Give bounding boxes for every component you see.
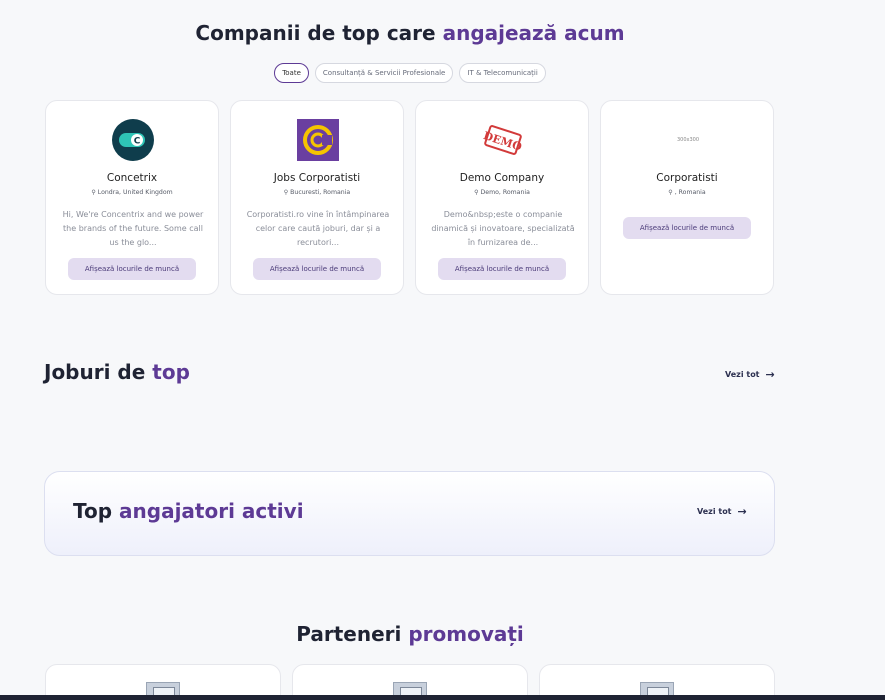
company-name: Corporatisti (656, 172, 718, 184)
companies-title-accent: angajează acum (442, 21, 625, 45)
company-location-text: Londra, United Kingdom (97, 189, 173, 196)
arrow-right-icon: → (737, 505, 747, 518)
partners-title-accent: promovați (408, 622, 524, 646)
see-all-jobs-link[interactable]: Vezi tot → (725, 368, 775, 381)
location-pin-icon: ⚲ (91, 189, 96, 196)
industry-filters: Toate Consultanță & Servicii Profesional… (0, 63, 820, 83)
company-description: Corporatisti.ro vine în întâmpinarea cel… (246, 210, 390, 247)
partners-section-title: Parteneri promovați (0, 622, 820, 646)
company-card[interactable]: DEMO Demo Company ⚲ Demo, Romania Demo&nb… (415, 100, 589, 295)
company-location: ⚲ Bucuresti, Romania (231, 189, 403, 196)
placeholder-logo-text: 300x300 (676, 137, 700, 143)
show-jobs-button[interactable]: Afișează locurile de muncă (68, 258, 196, 280)
concentrix-logo: C (111, 118, 155, 162)
filter-chip-consulting[interactable]: Consultanță & Servicii Profesionale (314, 63, 454, 83)
company-location: ⚲ Londra, United Kingdom (46, 189, 218, 196)
company-name: Jobs Corporatisti (273, 172, 361, 184)
company-description: Hi, We're Concentrix and we power the br… (62, 210, 204, 247)
bottom-bar (0, 695, 885, 700)
location-pin-icon: ⚲ (283, 189, 289, 196)
placeholder-logo: 300x300 (666, 118, 710, 162)
company-location-text: , Romania (674, 189, 706, 196)
company-location-text: Demo, Romania (480, 189, 530, 196)
top-employers-title: Top angajatori activi (73, 499, 304, 523)
svg-text:C: C (134, 137, 141, 147)
top-employers-title-accent: angajatori activi (119, 499, 304, 523)
show-jobs-button[interactable]: Afișează locurile de muncă (623, 217, 751, 239)
filter-chip-it-telecom[interactable]: IT & Telecomunicații (459, 63, 546, 83)
company-name: Demo Company (459, 172, 545, 184)
show-jobs-button[interactable]: Afișează locurile de muncă (438, 258, 566, 280)
corporatisti-logo (296, 118, 340, 162)
see-all-employers-label: Vezi tot (697, 507, 732, 516)
company-card[interactable]: 300x300 Corporatisti ⚲, Romania Afișează… (600, 100, 774, 295)
arrow-right-icon: → (765, 368, 775, 381)
company-location: ⚲ Demo, Romania (416, 189, 588, 196)
location-pin-icon: ⚲ (474, 189, 479, 196)
company-card[interactable]: C Concetrix ⚲ Londra, United Kingdom Hi, … (45, 100, 219, 295)
filter-chip-all[interactable]: Toate (274, 63, 309, 83)
top-employers-title-part1: Top (73, 499, 120, 523)
top-jobs-title-accent: top (152, 360, 190, 384)
company-card[interactable]: Jobs Corporatisti ⚲ Bucuresti, Romania Co… (230, 100, 404, 295)
show-jobs-button[interactable]: Afișează locurile de muncă (253, 258, 381, 280)
company-name: Concetrix (106, 172, 158, 184)
top-employers-banner: Top angajatori activi Vezi tot → (44, 471, 775, 556)
companies-section-title: Companii de top care angajează acum (0, 21, 820, 45)
top-jobs-title: Joburi de top (44, 360, 190, 384)
partners-title-part1: Parteneri (296, 622, 409, 646)
company-description: Demo&nbsp;este o companie dinamică și in… (431, 210, 575, 247)
see-all-jobs-label: Vezi tot (725, 370, 760, 379)
demo-stamp-logo: DEMO (481, 118, 525, 162)
top-jobs-title-part1: Joburi de (44, 360, 153, 384)
location-pin-icon: ⚲ (668, 189, 673, 196)
company-location: ⚲, Romania (601, 189, 773, 196)
companies-title-part1: Companii de top care (195, 21, 443, 45)
see-all-employers-link[interactable]: Vezi tot → (697, 505, 747, 518)
company-location-text: Bucuresti, Romania (290, 189, 351, 196)
